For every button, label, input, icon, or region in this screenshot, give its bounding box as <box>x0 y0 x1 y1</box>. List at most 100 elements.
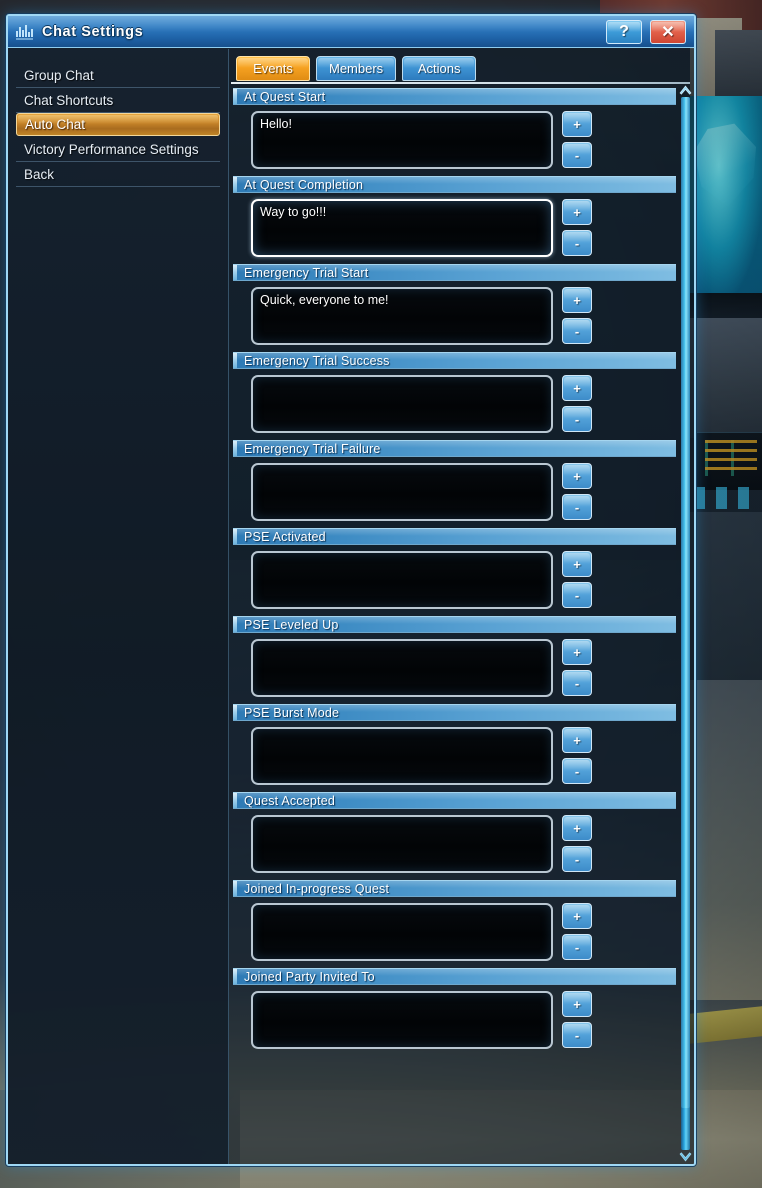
message-button-group: + - <box>562 463 592 520</box>
sidebar-item-back[interactable]: Back <box>16 162 220 187</box>
section-header: Joined Party Invited To <box>233 968 676 985</box>
section-header: Joined In-progress Quest <box>233 880 676 897</box>
section-header: Emergency Trial Failure <box>233 440 676 457</box>
tab-members[interactable]: Members <box>316 56 397 81</box>
tab-actions[interactable]: Actions <box>402 56 477 81</box>
section-body: + - <box>233 369 676 437</box>
section-title: PSE Leveled Up <box>244 617 339 632</box>
sidebar-item-victory-performance-settings[interactable]: Victory Performance Settings <box>16 137 220 162</box>
window-body: Group Chat Chat Shortcuts Auto Chat Victory… <box>8 49 694 1164</box>
message-button-group: + - <box>562 639 592 696</box>
close-button[interactable]: ✕ <box>650 20 686 44</box>
add-message-button[interactable]: + <box>562 463 592 489</box>
section-header: Emergency Trial Start <box>233 264 676 281</box>
add-message-button[interactable]: + <box>562 727 592 753</box>
scroll-region: At Quest Start Hello! + - At Quest Completio… <box>229 83 694 1164</box>
chat-settings-window: Chat Settings ? ✕ Group Chat Chat Shortcu… <box>6 14 696 1166</box>
sidebar-item-auto-chat[interactable]: Auto Chat <box>16 113 220 136</box>
scrollbar-thumb[interactable] <box>680 97 690 1108</box>
auto-chat-message-input[interactable] <box>251 639 553 697</box>
section-title: Emergency Trial Success <box>244 353 390 368</box>
remove-message-button[interactable]: - <box>562 406 592 432</box>
content-panel: Events Members Actions At Quest Start Hello… <box>229 49 694 1164</box>
section-body: Quick, everyone to me! + - <box>233 281 676 349</box>
add-message-button[interactable]: + <box>562 903 592 929</box>
remove-message-button[interactable]: - <box>562 758 592 784</box>
section-title: Emergency Trial Failure <box>244 441 381 456</box>
auto-chat-section: Joined Party Invited To + - <box>233 968 676 1053</box>
section-body: + - <box>233 897 676 965</box>
remove-message-button[interactable]: - <box>562 494 592 520</box>
message-button-group: + - <box>562 375 592 432</box>
remove-message-button[interactable]: - <box>562 230 592 256</box>
section-body: + - <box>233 545 676 613</box>
auto-chat-message-input[interactable] <box>251 551 553 609</box>
remove-message-button[interactable]: - <box>562 846 592 872</box>
section-title: Quest Accepted <box>244 793 336 808</box>
auto-chat-message-input[interactable] <box>251 375 553 433</box>
message-button-group: + - <box>562 111 592 168</box>
section-header: At Quest Start <box>233 88 676 105</box>
section-title: PSE Burst Mode <box>244 705 340 720</box>
auto-chat-message-input[interactable] <box>251 903 553 961</box>
auto-chat-message-input[interactable] <box>251 991 553 1049</box>
section-body: Way to go!!! + - <box>233 193 676 261</box>
section-header: PSE Burst Mode <box>233 704 676 721</box>
section-title: Emergency Trial Start <box>244 265 369 280</box>
remove-message-button[interactable]: - <box>562 582 592 608</box>
help-button[interactable]: ? <box>606 20 642 44</box>
auto-chat-message-input[interactable]: Way to go!!! <box>251 199 553 257</box>
auto-chat-section: Quest Accepted + - <box>233 792 676 877</box>
auto-chat-section: PSE Activated + - <box>233 528 676 613</box>
remove-message-button[interactable]: - <box>562 318 592 344</box>
add-message-button[interactable]: + <box>562 111 592 137</box>
chevron-up-icon[interactable] <box>679 85 692 96</box>
section-header: PSE Leveled Up <box>233 616 676 633</box>
section-header: PSE Activated <box>233 528 676 545</box>
equalizer-icon <box>14 22 36 42</box>
auto-chat-message-input[interactable] <box>251 727 553 785</box>
auto-chat-section: PSE Burst Mode + - <box>233 704 676 789</box>
section-title: At Quest Start <box>244 89 326 104</box>
auto-chat-section: Emergency Trial Success + - <box>233 352 676 437</box>
chevron-down-icon[interactable] <box>679 1151 692 1162</box>
section-body: + - <box>233 985 676 1053</box>
tab-events[interactable]: Events <box>236 56 310 81</box>
scrollbar-track[interactable] <box>680 97 690 1150</box>
add-message-button[interactable]: + <box>562 287 592 313</box>
sidebar-item-group-chat[interactable]: Group Chat <box>16 63 220 88</box>
sidebar-item-chat-shortcuts[interactable]: Chat Shortcuts <box>16 88 220 113</box>
message-button-group: + - <box>562 287 592 344</box>
section-title: At Quest Completion <box>244 177 364 192</box>
settings-sidebar: Group Chat Chat Shortcuts Auto Chat Victory… <box>8 49 229 1164</box>
message-button-group: + - <box>562 991 592 1048</box>
auto-chat-message-input[interactable] <box>251 815 553 873</box>
add-message-button[interactable]: + <box>562 375 592 401</box>
remove-message-button[interactable]: - <box>562 670 592 696</box>
auto-chat-message-input[interactable]: Hello! <box>251 111 553 169</box>
remove-message-button[interactable]: - <box>562 142 592 168</box>
page-title: Chat Settings <box>42 23 144 40</box>
auto-chat-message-input[interactable]: Quick, everyone to me! <box>251 287 553 345</box>
vertical-scrollbar[interactable] <box>676 83 694 1164</box>
remove-message-button[interactable]: - <box>562 934 592 960</box>
add-message-button[interactable]: + <box>562 199 592 225</box>
section-title: Joined In-progress Quest <box>244 881 390 896</box>
add-message-button[interactable]: + <box>562 991 592 1017</box>
tab-bar: Events Members Actions <box>229 49 694 84</box>
message-button-group: + - <box>562 551 592 608</box>
add-message-button[interactable]: + <box>562 551 592 577</box>
section-body: + - <box>233 721 676 789</box>
auto-chat-section-list: At Quest Start Hello! + - At Quest Completio… <box>229 83 676 1164</box>
remove-message-button[interactable]: - <box>562 1022 592 1048</box>
auto-chat-section: Emergency Trial Start Quick, everyone to … <box>233 264 676 349</box>
message-button-group: + - <box>562 903 592 960</box>
auto-chat-message-input[interactable] <box>251 463 553 521</box>
section-body: Hello! + - <box>233 105 676 173</box>
message-button-group: + - <box>562 815 592 872</box>
section-title: Joined Party Invited To <box>244 969 375 984</box>
add-message-button[interactable]: + <box>562 639 592 665</box>
add-message-button[interactable]: + <box>562 815 592 841</box>
window-title-bar: Chat Settings ? ✕ <box>8 16 694 48</box>
auto-chat-section: PSE Leveled Up + - <box>233 616 676 701</box>
